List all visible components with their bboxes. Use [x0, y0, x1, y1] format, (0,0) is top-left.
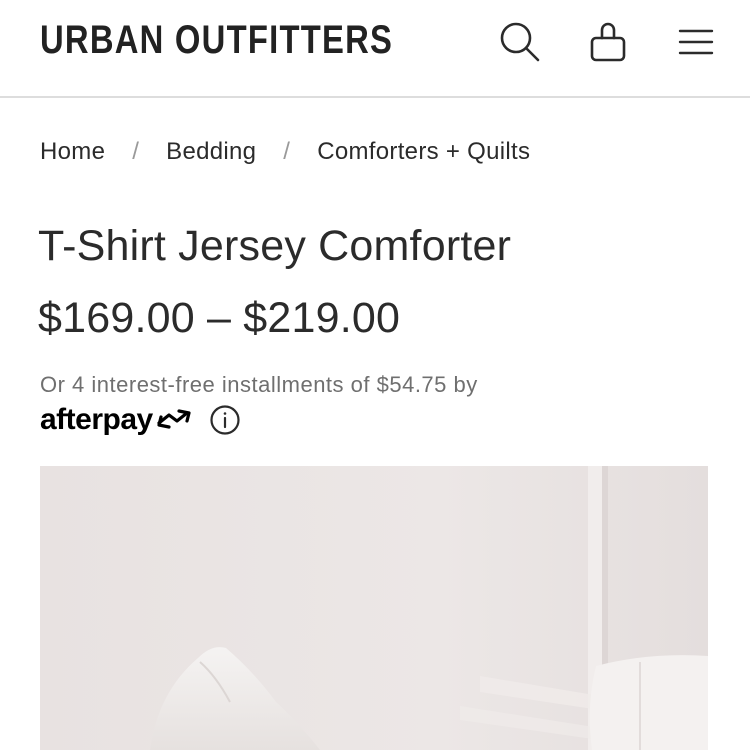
- breadcrumb-separator: /: [132, 138, 140, 165]
- info-icon[interactable]: [209, 404, 241, 436]
- installments-text: Or 4 interest-free installments of $54.7…: [40, 372, 478, 397]
- breadcrumb-separator: /: [283, 138, 291, 165]
- product-title: T-Shirt Jersey Comforter: [38, 222, 512, 270]
- search-icon[interactable]: [496, 18, 544, 66]
- breadcrumb: Home / Bedding / Comforters + Quilts: [40, 138, 530, 166]
- afterpay-arrows-icon: [157, 409, 191, 429]
- hamburger-menu-icon[interactable]: [672, 18, 720, 66]
- breadcrumb-comforters-quilts[interactable]: Comforters + Quilts: [317, 138, 530, 165]
- afterpay-logo: afterpay: [40, 403, 153, 436]
- breadcrumb-bedding[interactable]: Bedding: [166, 138, 256, 165]
- afterpay-row: afterpay: [40, 400, 241, 440]
- shopping-bag-icon[interactable]: [584, 18, 632, 66]
- product-price: $169.00 – $219.00: [38, 294, 401, 342]
- product-image[interactable]: [40, 466, 708, 750]
- brand-logo[interactable]: URBAN OUTFITTERS: [40, 18, 393, 63]
- site-header: URBAN OUTFITTERS: [0, 0, 750, 98]
- breadcrumb-home[interactable]: Home: [40, 138, 105, 165]
